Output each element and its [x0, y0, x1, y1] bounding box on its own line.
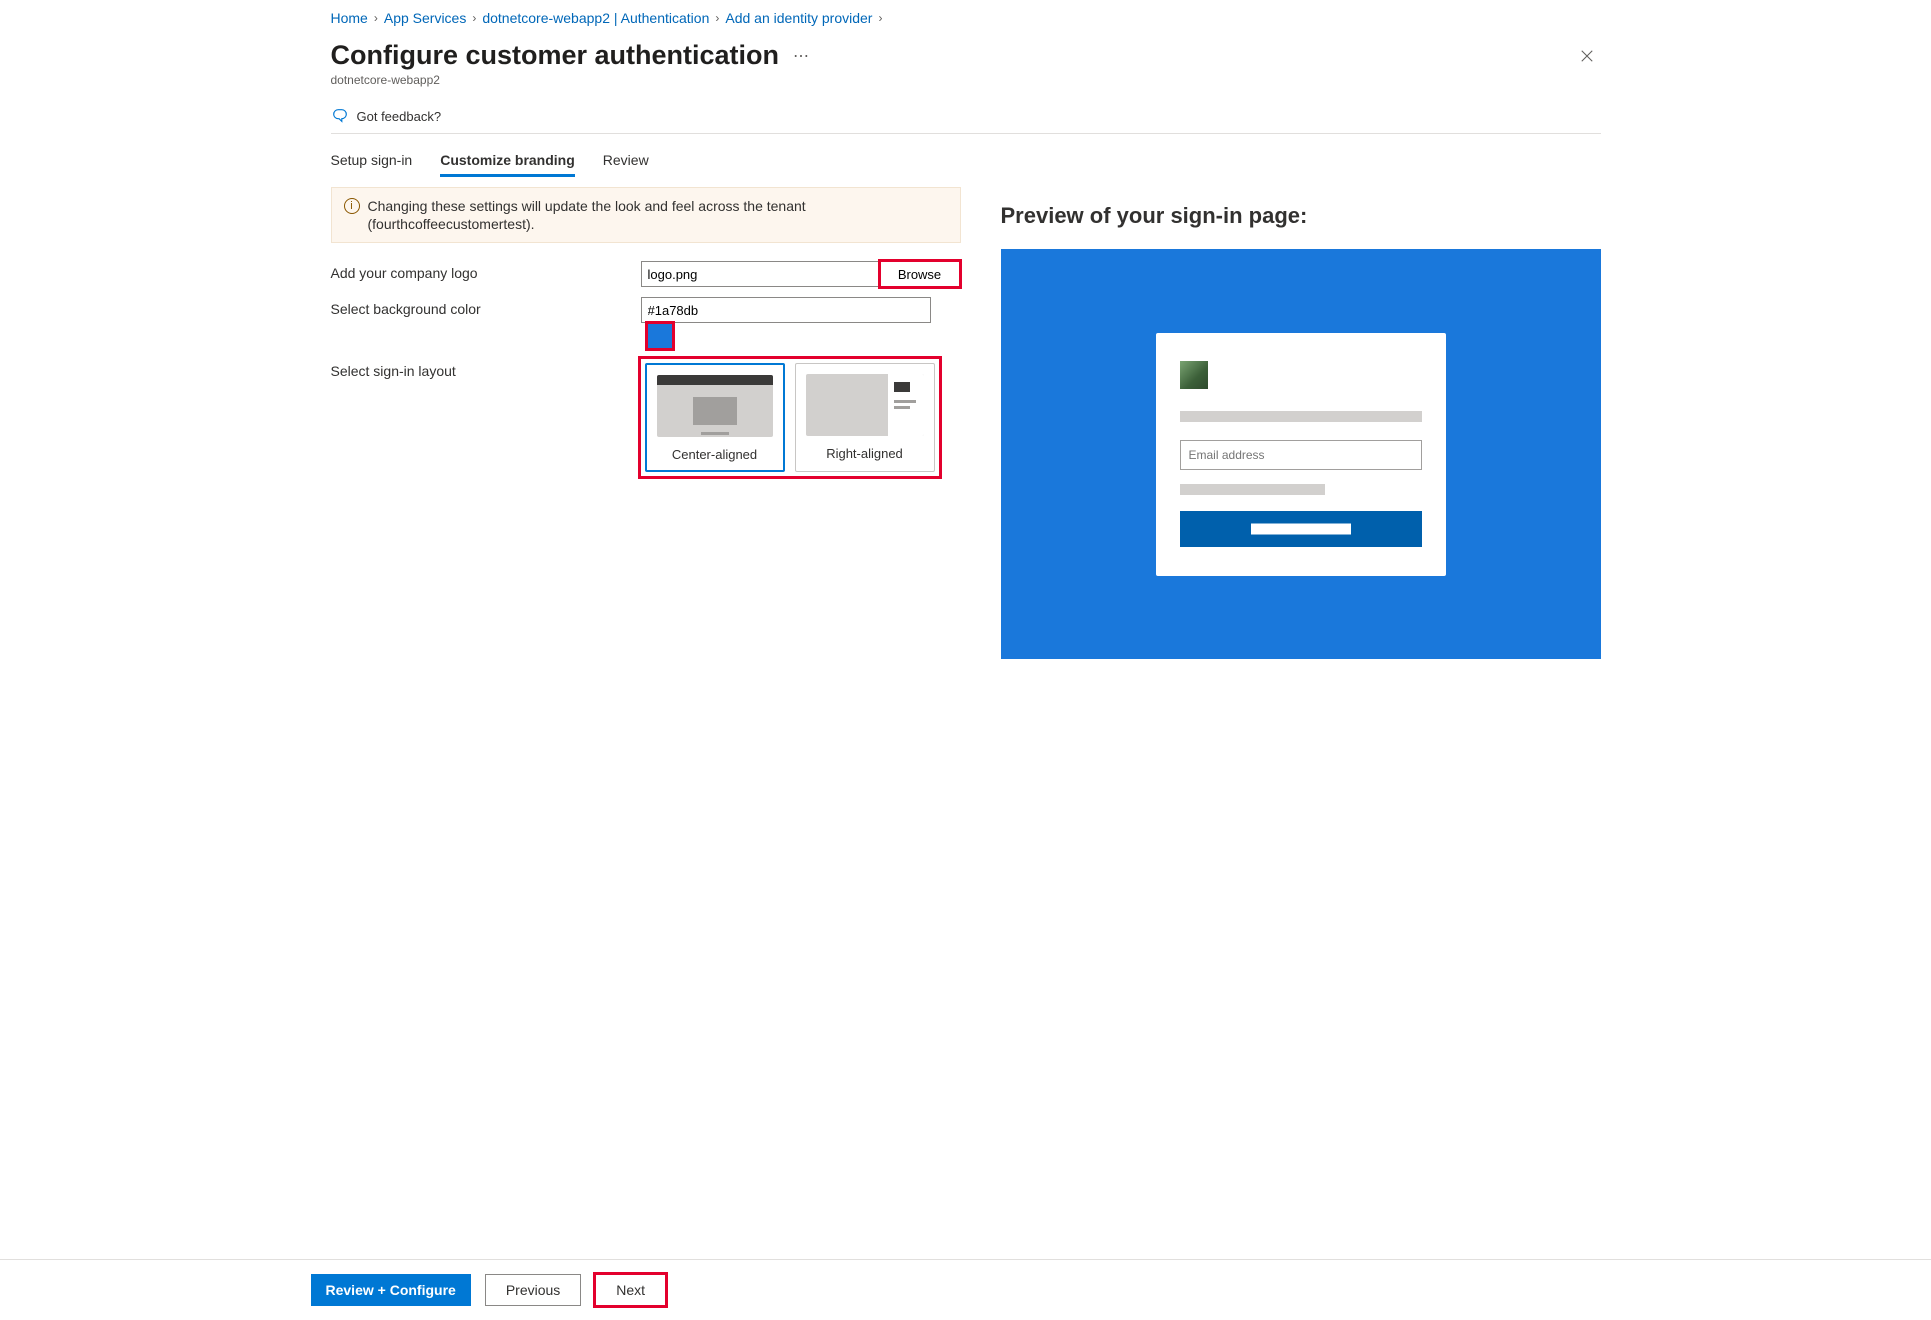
page-title: Configure customer authentication	[331, 40, 780, 71]
layout-thumb-center	[657, 375, 773, 437]
feedback-link[interactable]: Got feedback?	[331, 107, 1601, 125]
chevron-right-icon: ›	[472, 11, 476, 25]
logo-file-input[interactable]	[641, 261, 881, 287]
feedback-icon	[331, 107, 349, 125]
label-company-logo: Add your company logo	[331, 261, 641, 281]
signin-card	[1156, 333, 1446, 576]
previous-button[interactable]: Previous	[485, 1274, 581, 1306]
label-background-color: Select background color	[331, 297, 641, 317]
feedback-label: Got feedback?	[357, 109, 442, 124]
info-banner: i Changing these settings will update th…	[331, 187, 961, 243]
page-subtitle: dotnetcore-webapp2	[331, 73, 1601, 87]
browse-button[interactable]: Browse	[880, 261, 960, 287]
layout-option-center[interactable]: Center-aligned	[645, 363, 785, 472]
label-signin-layout: Select sign-in layout	[331, 359, 641, 379]
tab-setup-signin[interactable]: Setup sign-in	[331, 152, 413, 177]
bgcolor-input[interactable]	[641, 297, 931, 323]
close-button[interactable]	[1573, 42, 1601, 70]
chevron-right-icon: ›	[715, 11, 719, 25]
footer-bar: Review + Configure Previous Next	[0, 1259, 1931, 1320]
layout-thumb-right	[806, 374, 924, 436]
skeleton-line	[1180, 484, 1325, 495]
breadcrumb: Home › App Services › dotnetcore-webapp2…	[331, 6, 1601, 26]
preview-canvas	[1001, 249, 1601, 659]
layout-caption: Right-aligned	[806, 446, 924, 461]
preview-logo	[1180, 361, 1208, 389]
info-text: Changing these settings will update the …	[368, 197, 948, 233]
breadcrumb-add-idp[interactable]: Add an identity provider	[725, 10, 872, 26]
layout-option-right[interactable]: Right-aligned	[795, 363, 935, 472]
preview-email-input[interactable]	[1180, 440, 1422, 470]
layout-option-group: Center-aligned Right-aligned	[641, 359, 939, 476]
close-icon	[1580, 49, 1594, 63]
tabs: Setup sign-in Customize branding Review	[331, 152, 1601, 177]
preview-heading: Preview of your sign-in page:	[1001, 203, 1601, 229]
skeleton-line	[1180, 411, 1422, 422]
breadcrumb-home[interactable]: Home	[331, 10, 368, 26]
chevron-right-icon: ›	[878, 11, 882, 25]
more-actions-icon[interactable]: ⋯	[793, 46, 810, 66]
divider	[331, 133, 1601, 134]
tab-review[interactable]: Review	[603, 152, 649, 177]
chevron-right-icon: ›	[374, 11, 378, 25]
next-button[interactable]: Next	[595, 1274, 666, 1306]
preview-signin-button[interactable]	[1180, 511, 1422, 547]
breadcrumb-app-services[interactable]: App Services	[384, 10, 466, 26]
tab-customize-branding[interactable]: Customize branding	[440, 152, 575, 177]
breadcrumb-app-auth[interactable]: dotnetcore-webapp2 | Authentication	[482, 10, 709, 26]
color-swatch[interactable]	[647, 323, 673, 349]
layout-caption: Center-aligned	[657, 447, 773, 462]
info-icon: i	[344, 198, 360, 214]
review-configure-button[interactable]: Review + Configure	[311, 1274, 471, 1306]
